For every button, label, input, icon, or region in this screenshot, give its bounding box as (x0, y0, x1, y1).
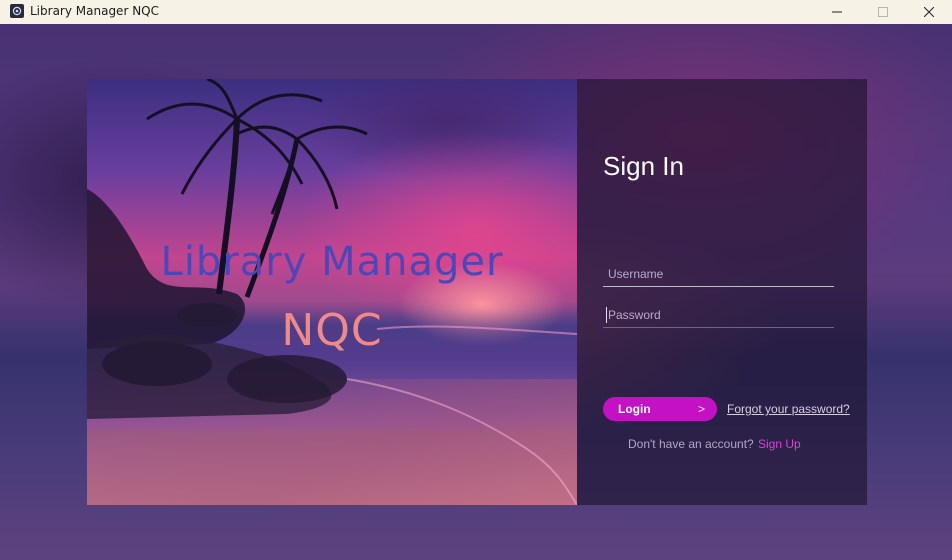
palm-tree-illustration (87, 79, 577, 505)
window-title: Library Manager NQC (30, 4, 159, 18)
signin-heading: Sign In (603, 151, 684, 181)
arrow-right-icon: > (697, 402, 705, 416)
login-button-label: Login (618, 402, 651, 416)
close-button[interactable] (906, 0, 952, 24)
hero-subtitle: NQC (281, 305, 383, 356)
no-account-text: Don't have an account? (628, 437, 754, 451)
hero-image-panel: Library Manager NQC (87, 79, 577, 505)
forgot-password-link[interactable]: Forgot your password? (727, 402, 850, 416)
minimize-button[interactable] (814, 0, 860, 24)
maximize-icon (878, 7, 888, 17)
signup-link[interactable]: Sign Up (758, 437, 801, 451)
maximize-button[interactable] (860, 0, 906, 24)
username-input[interactable] (603, 261, 834, 287)
app-icon (10, 4, 24, 18)
window-titlebar: Library Manager NQC (0, 0, 952, 24)
password-input[interactable] (603, 302, 834, 328)
text-caret (606, 307, 607, 323)
minimize-icon (832, 11, 842, 13)
signin-panel: Sign In Login > Forgot your password? Do… (577, 79, 867, 505)
login-button[interactable]: Login > (603, 397, 717, 421)
hero-title: Library Manager (160, 239, 504, 285)
close-icon (924, 7, 934, 17)
